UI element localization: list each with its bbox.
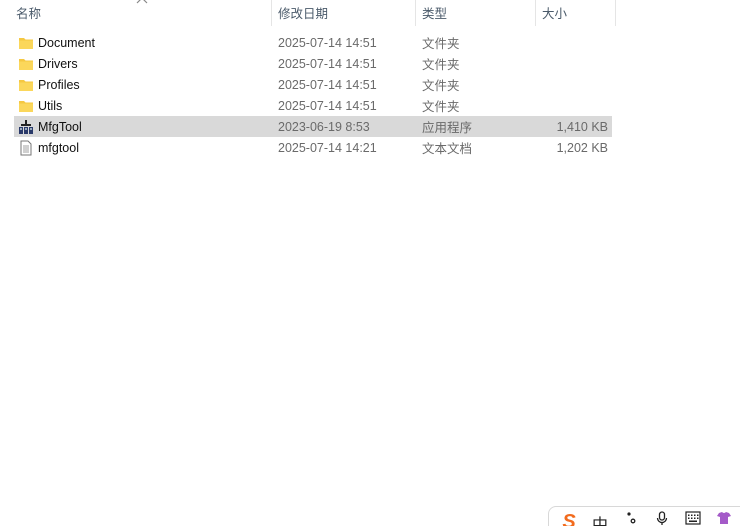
file-date: 2025-07-14 14:21 bbox=[278, 140, 377, 155]
file-row[interactable]: Document 2025-07-14 14:51 文件夹 bbox=[14, 32, 612, 53]
file-name-cell: Document bbox=[14, 35, 272, 51]
file-date: 2025-07-14 14:51 bbox=[278, 77, 377, 92]
column-header-type-label: 类型 bbox=[422, 7, 448, 21]
ime-toolbar: S 中 bbox=[548, 506, 740, 526]
column-header-name[interactable]: 名称 bbox=[0, 0, 272, 26]
folder-icon bbox=[19, 79, 33, 91]
file-name-cell: MfgTool bbox=[14, 119, 272, 135]
folder-icon bbox=[19, 58, 33, 70]
sort-ascending-icon bbox=[136, 0, 148, 4]
input-mode-button[interactable]: 中 bbox=[586, 508, 614, 526]
text-document-icon bbox=[20, 140, 32, 155]
file-name: Profiles bbox=[38, 77, 80, 92]
folder-icon bbox=[19, 100, 33, 112]
input-mode-label: 中 bbox=[591, 517, 608, 526]
file-date: 2025-07-14 14:51 bbox=[278, 56, 377, 71]
sogou-logo-icon[interactable]: S bbox=[555, 508, 583, 526]
keyboard-icon bbox=[685, 511, 701, 525]
file-name-cell: mfgtool bbox=[14, 140, 272, 156]
voice-button[interactable] bbox=[648, 508, 676, 526]
skin-icon bbox=[717, 512, 731, 524]
file-name: Utils bbox=[38, 98, 63, 113]
file-row[interactable]: mfgtool 2025-07-14 14:21 文本文档 1,202 KB bbox=[14, 137, 612, 158]
file-type: 文件夹 bbox=[422, 37, 460, 51]
file-name: MfgTool bbox=[38, 119, 82, 134]
file-name-cell: Profiles bbox=[14, 77, 272, 93]
file-size: 1,202 KB bbox=[556, 140, 608, 155]
column-header-type[interactable]: 类型 bbox=[416, 0, 536, 26]
punctuation-icon bbox=[627, 512, 636, 524]
file-type: 文本文档 bbox=[422, 142, 473, 156]
file-list: Document 2025-07-14 14:51 文件夹 Drivers 20… bbox=[14, 32, 612, 158]
column-header-name-label: 名称 bbox=[16, 7, 42, 21]
application-icon bbox=[19, 119, 33, 134]
file-size: 1,410 KB bbox=[556, 119, 608, 134]
column-header-size[interactable]: 大小 bbox=[536, 0, 616, 26]
file-date: 2025-07-14 14:51 bbox=[278, 35, 377, 50]
skin-button[interactable] bbox=[710, 508, 738, 526]
file-date: 2023-06-19 8:53 bbox=[278, 119, 370, 134]
punctuation-button[interactable] bbox=[617, 508, 645, 526]
file-name-cell: Drivers bbox=[14, 56, 272, 72]
file-type: 文件夹 bbox=[422, 58, 460, 72]
file-row[interactable]: Profiles 2025-07-14 14:51 文件夹 bbox=[14, 74, 612, 95]
file-type: 文件夹 bbox=[422, 100, 460, 114]
file-type: 文件夹 bbox=[422, 79, 460, 93]
column-header-date[interactable]: 修改日期 bbox=[272, 0, 416, 26]
soft-keyboard-button[interactable] bbox=[679, 508, 707, 526]
file-row-selected[interactable]: MfgTool 2023-06-19 8:53 应用程序 1,410 KB bbox=[14, 116, 612, 137]
file-type: 应用程序 bbox=[422, 121, 473, 135]
microphone-icon bbox=[656, 511, 668, 525]
file-name-cell: Utils bbox=[14, 98, 272, 114]
file-name: mfgtool bbox=[38, 140, 79, 155]
file-explorer-content: 名称 修改日期 类型 大小 Document 2025-07-14 14:51 bbox=[0, 0, 740, 526]
file-name: Drivers bbox=[38, 56, 78, 71]
column-header: 名称 修改日期 类型 大小 bbox=[0, 0, 616, 26]
column-header-date-label: 修改日期 bbox=[278, 7, 329, 21]
folder-icon bbox=[19, 37, 33, 49]
file-name: Document bbox=[38, 35, 95, 50]
file-row[interactable]: Drivers 2025-07-14 14:51 文件夹 bbox=[14, 53, 612, 74]
column-header-size-label: 大小 bbox=[542, 7, 568, 21]
file-row[interactable]: Utils 2025-07-14 14:51 文件夹 bbox=[14, 95, 612, 116]
file-date: 2025-07-14 14:51 bbox=[278, 98, 377, 113]
